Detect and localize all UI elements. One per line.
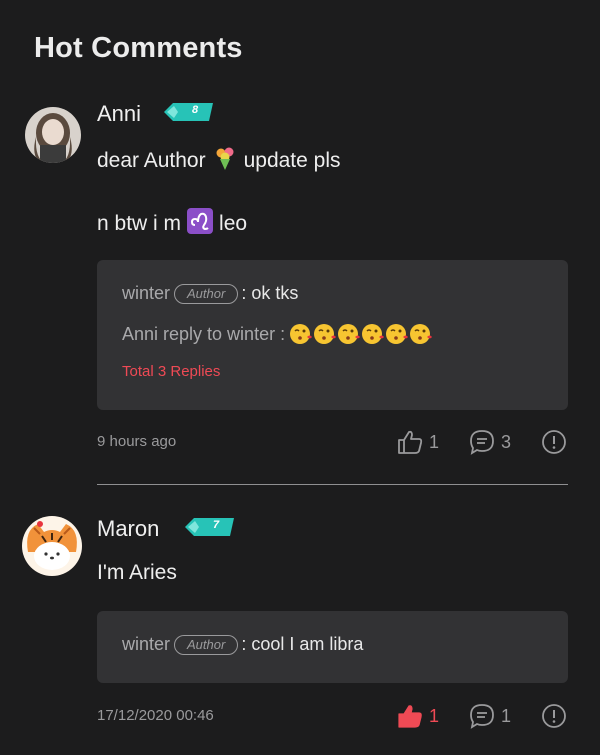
comment-text: n btw i m (97, 212, 182, 235)
leo-zodiac-emoji-icon (187, 208, 214, 240)
thumbs-up-icon (398, 430, 423, 454)
kissing-face-emoji-icon (410, 324, 433, 344)
report-button[interactable] (541, 429, 567, 455)
like-count: 1 (429, 431, 440, 452)
reply-author-name[interactable]: winter (122, 283, 170, 304)
username[interactable]: Maron (97, 516, 159, 542)
replies-box[interactable]: winter Author : cool I am libra (97, 611, 568, 683)
like-button[interactable]: 1 (397, 703, 439, 729)
bouquet-emoji-icon (212, 145, 238, 177)
report-button[interactable] (541, 703, 567, 729)
reply-text: : ok tks (241, 283, 299, 303)
comment-bubble-icon (470, 704, 494, 729)
level-number: 8 (192, 104, 199, 116)
level-badge: 8 (164, 103, 213, 121)
comment-divider (97, 484, 568, 485)
comment-timestamp: 9 hours ago (97, 433, 177, 450)
like-count: 1 (429, 705, 440, 726)
username[interactable]: Anni (97, 101, 141, 127)
comment-bubble-icon (470, 430, 494, 455)
author-badge: Author (174, 634, 239, 655)
comment-text-line: I'm Aries (97, 561, 177, 585)
reply-count: 3 (501, 431, 512, 452)
kissing-face-emoji-group (289, 323, 433, 345)
comment-timestamp: 17/12/2020 00:46 (97, 707, 214, 724)
like-button[interactable]: 1 (397, 429, 439, 455)
report-exclamation-icon (542, 430, 566, 454)
avatar[interactable] (25, 107, 81, 163)
total-replies-link[interactable]: Total 3 Replies (122, 363, 220, 380)
comment-text: leo (219, 212, 248, 235)
kissing-face-emoji-icon (386, 324, 409, 344)
comment-text: update pls (243, 149, 341, 172)
comment-text: I'm Aries (97, 561, 177, 584)
level-number: 7 (213, 519, 220, 531)
level-badge-shape-icon (164, 103, 213, 121)
avatar[interactable] (22, 516, 82, 576)
reply-author-name[interactable]: Anni reply to winter : (122, 324, 285, 345)
reply-line: winter Author : ok tks (122, 283, 298, 304)
kissing-face-emoji-icon (314, 324, 337, 344)
reply-count: 1 (501, 705, 512, 726)
comment-text-line: n btw i m leo (97, 208, 247, 240)
comment-text: dear Author (97, 149, 206, 172)
reply-button[interactable]: 3 (469, 429, 511, 455)
author-badge: Author (174, 283, 239, 304)
comment-text-line: dear Author update pls (97, 145, 341, 177)
section-title: Hot Comments (34, 32, 243, 64)
kissing-face-emoji-icon (362, 324, 385, 344)
kissing-face-emoji-icon (338, 324, 361, 344)
replies-box[interactable]: winter Author : ok tks Anni reply to win… (97, 260, 568, 410)
reply-line: winter Author : cool I am libra (122, 634, 363, 655)
report-exclamation-icon (542, 704, 566, 728)
reply-author-name[interactable]: winter (122, 634, 170, 655)
reply-line: Anni reply to winter : (122, 323, 433, 345)
level-badge: 7 (185, 518, 234, 536)
reply-button[interactable]: 1 (469, 703, 511, 729)
kissing-face-emoji-icon (290, 324, 313, 344)
thumbs-up-icon (398, 705, 422, 728)
level-badge-shape-icon (185, 518, 234, 536)
reply-text: : cool I am libra (241, 634, 364, 654)
